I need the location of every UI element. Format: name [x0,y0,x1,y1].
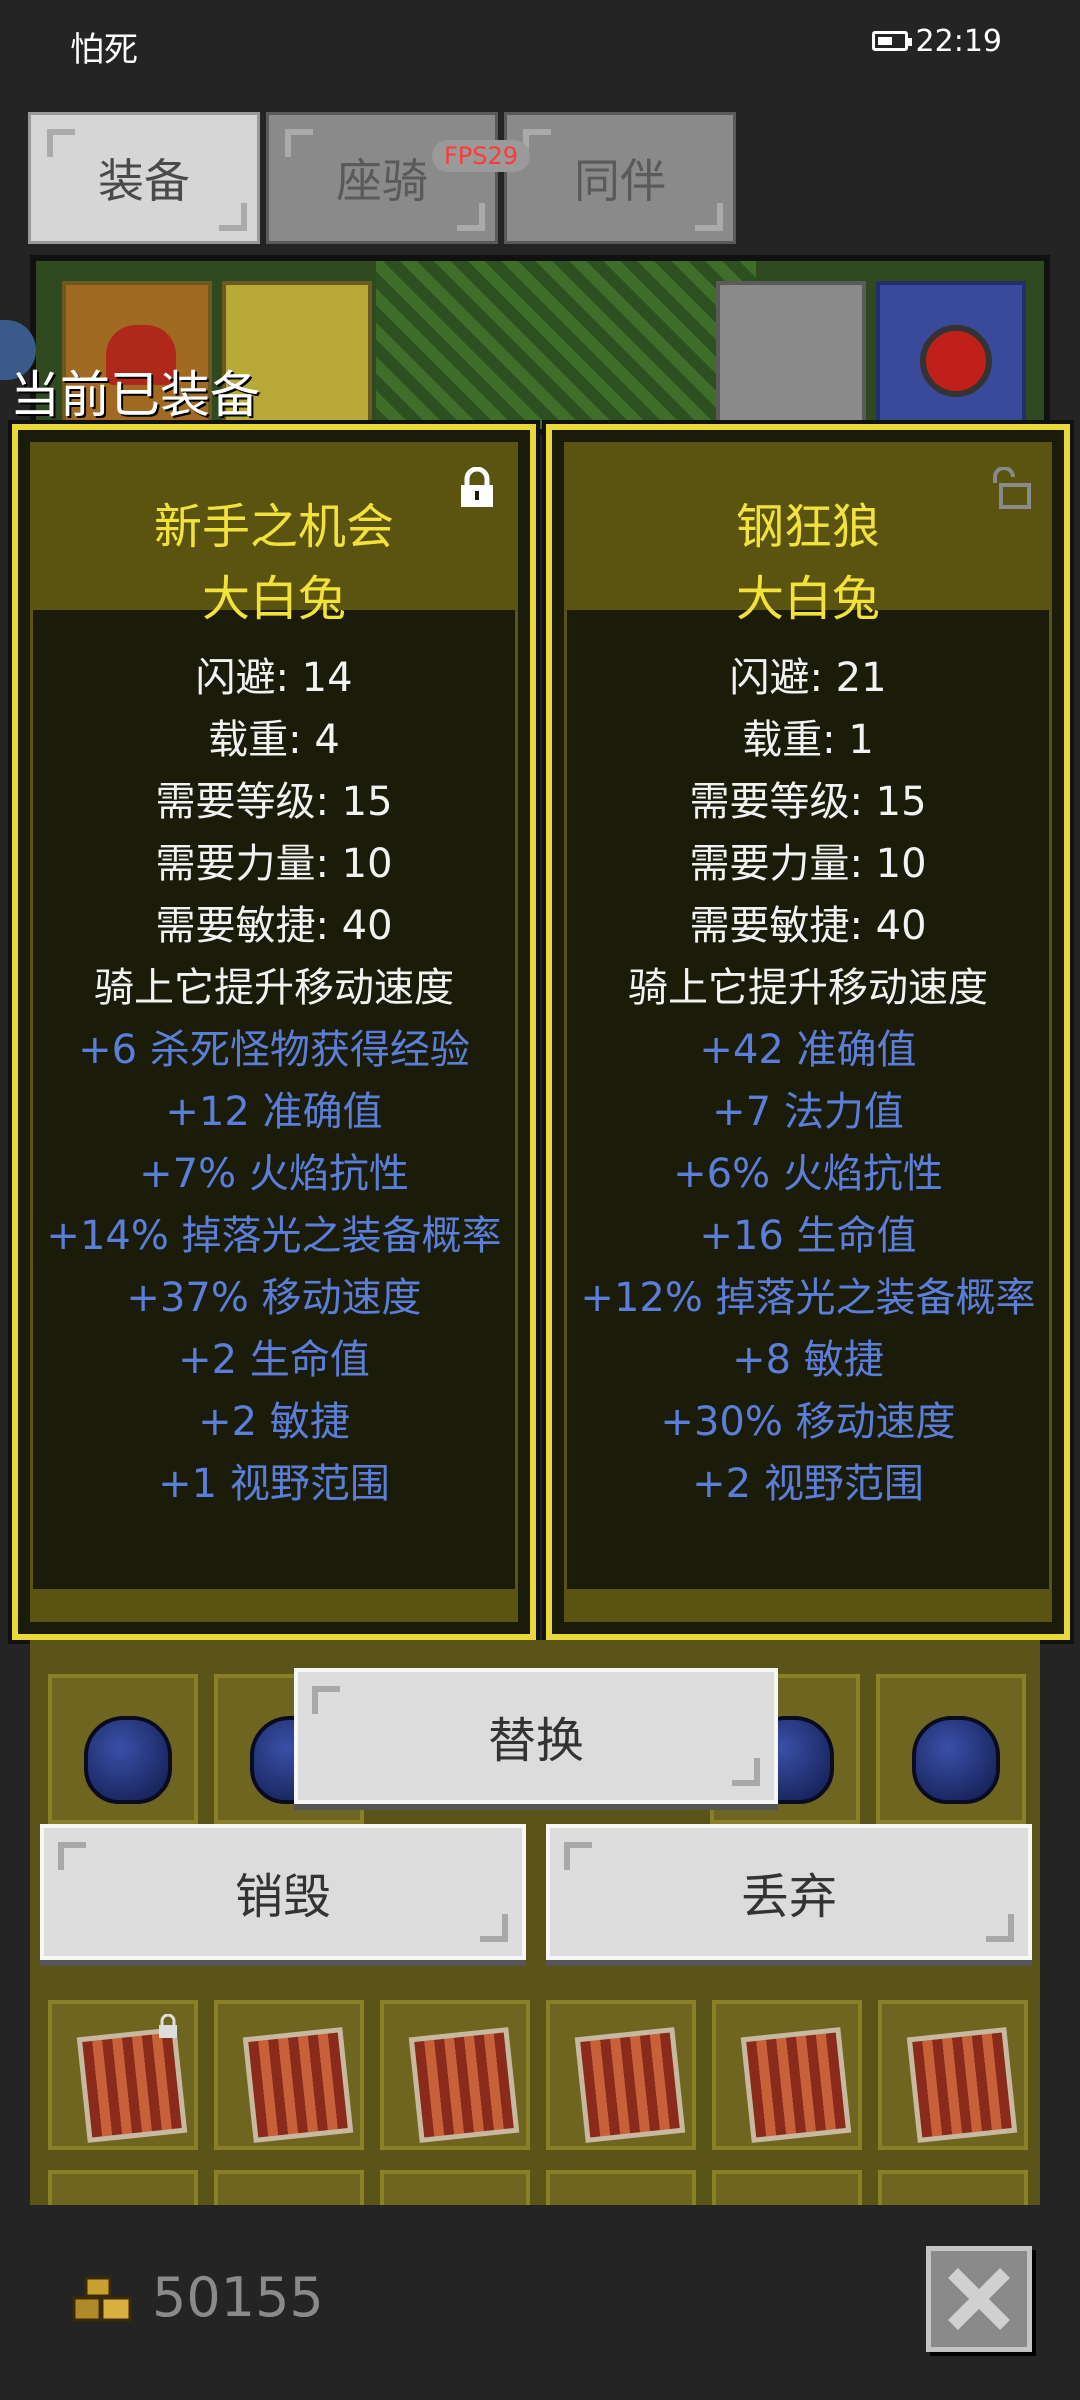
base-stat: 骑上它提升移动速度 [628,965,988,1011]
tab-companion[interactable]: 同伴 [504,112,736,244]
item-type: 大白兔 [735,571,880,627]
blue-gem-icon [912,1716,1000,1804]
gold-amount: 50155 [152,2266,324,2329]
bonus-stat: +14% 掉落光之装备概率 [46,1213,502,1259]
base-stat: 需要力量: 10 [689,841,927,887]
replace-button[interactable]: 替换 [294,1668,778,1804]
bonus-stat: +42 准确值 [699,1027,917,1073]
bonus-stat: +6 杀死怪物获得经验 [78,1027,470,1073]
tab-label: 座骑 [336,154,428,208]
bonus-stat: +7 法力值 [712,1089,904,1135]
destroy-button-label: 销毁 [234,1869,331,1925]
bonus-stat: +12 准确值 [165,1089,383,1135]
inventory-slot[interactable] [214,2000,364,2150]
inventory-slot[interactable] [214,2170,364,2205]
scroll-icon [408,2027,520,2143]
base-stat: 载重: 4 [208,717,340,763]
inventory-slot[interactable] [48,2000,198,2150]
bonus-stat: +1 视野范围 [158,1461,390,1507]
discard-button[interactable]: 丢弃 [546,1824,1032,1960]
equip-slot-ring[interactable] [716,281,866,429]
inventory-slot[interactable] [546,2170,696,2205]
destroy-button[interactable]: 销毁 [40,1824,526,1960]
item-name: 新手之机会 [153,499,394,555]
status-bar: 怕死 22:19 [0,0,1080,86]
item-type: 大白兔 [201,571,346,627]
inventory-slot[interactable] [48,1674,198,1824]
bonus-stat: +2 敏捷 [198,1399,350,1445]
base-stat: 载重: 1 [742,717,874,763]
discard-button-label: 丢弃 [740,1869,837,1925]
fps-badge: FPS29 [432,140,531,172]
scroll-icon [906,2027,1018,2143]
tab-equipment[interactable]: 装备 [28,112,260,244]
close-icon [948,2268,1010,2330]
scroll-icon [242,2027,354,2143]
equip-slot-amulet[interactable] [876,281,1026,429]
base-stat: 需要敏捷: 40 [155,903,393,949]
base-stat: 闪避: 14 [195,655,353,701]
item-stats: 闪避: 14 载重: 4 需要等级: 15 需要力量: 10 需要敏捷: 40 … [33,647,515,1515]
item-name: 钢狂狼 [735,499,880,555]
inventory-slot[interactable] [380,2170,530,2205]
bonus-stat: +6% 火焰抗性 [673,1151,943,1197]
bonus-stat: +30% 移动速度 [660,1399,956,1445]
item-card-equipped: 新手之机会 大白兔 闪避: 14 载重: 4 需要等级: 15 需要力量: 10… [12,424,536,1640]
base-stat: 需要等级: 15 [155,779,393,825]
bonus-stat: +2 视野范围 [692,1461,924,1507]
tab-mount[interactable]: 座骑 [266,112,498,244]
bonus-stat: +37% 移动速度 [126,1275,422,1321]
scroll-icon [574,2027,686,2143]
base-stat: 骑上它提升移动速度 [94,965,454,1011]
bonus-stat: +7% 火焰抗性 [139,1151,409,1197]
tab-label: 同伴 [574,154,666,208]
inventory-slot[interactable] [380,2000,530,2150]
amulet-icon [920,325,992,397]
inventory-slot[interactable] [712,2170,862,2205]
inventory-slot[interactable] [48,2170,198,2205]
inventory-slot[interactable] [876,1674,1026,1824]
bonus-stat: +12% 掉落光之装备概率 [580,1275,1036,1321]
item-card-selected: 钢狂狼 大白兔 闪避: 21 载重: 1 需要等级: 15 需要力量: 10 需… [546,424,1070,1640]
replace-button-label: 替换 [487,1713,584,1769]
inventory-slot[interactable] [878,2000,1028,2150]
item-stats: 闪避: 21 载重: 1 需要等级: 15 需要力量: 10 需要敏捷: 40 … [567,647,1049,1515]
gold-coins-icon [72,2276,132,2322]
inventory-slot[interactable] [878,2170,1028,2205]
blue-gem-icon [84,1716,172,1804]
bonus-stat: +16 生命值 [699,1213,917,1259]
battery-icon [872,31,912,51]
inventory-slot[interactable] [546,2000,696,2150]
base-stat: 需要等级: 15 [689,779,927,825]
base-stat: 需要力量: 10 [155,841,393,887]
base-stat: 需要敏捷: 40 [689,903,927,949]
base-stat: 闪避: 21 [729,655,887,701]
bonus-stat: +8 敏捷 [732,1337,884,1383]
equipped-label: 当前已装备 [10,366,260,424]
scroll-icon [76,2027,188,2143]
tab-label: 装备 [98,154,190,208]
bonus-stat: +2 生命值 [178,1337,370,1383]
clock: 22:19 [915,24,1002,59]
lock-icon [159,2014,177,2038]
inventory-slot[interactable] [712,2000,862,2150]
close-button[interactable] [926,2246,1032,2352]
app-title: 怕死 [70,30,138,70]
scroll-icon [740,2027,852,2143]
